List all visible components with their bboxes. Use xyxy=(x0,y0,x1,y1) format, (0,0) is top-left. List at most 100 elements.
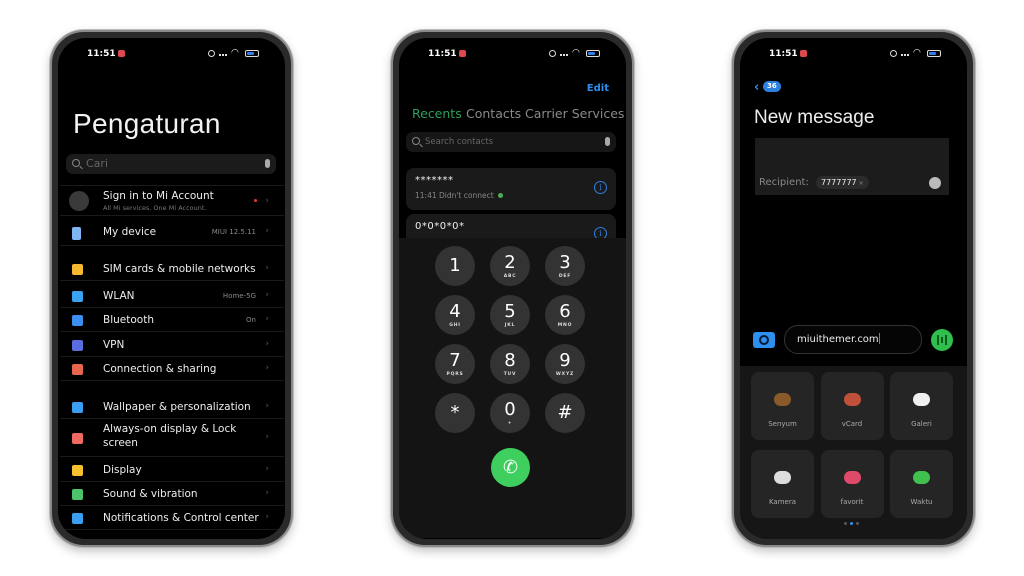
key-letters: + xyxy=(507,421,513,426)
item-label: Wallpaper & personalization xyxy=(103,401,251,413)
phone-icon: ✆ xyxy=(502,457,519,478)
page-dot xyxy=(856,522,859,525)
page-dot xyxy=(844,522,847,525)
settings-item-sim-cards-mobile-networks[interactable]: SIM cards & mobile networks › xyxy=(60,257,284,281)
text-cursor xyxy=(878,333,880,344)
key-7[interactable]: 7 PQRS xyxy=(435,344,475,384)
recent-call-item[interactable]: ******* 11:41 Didn't connect i xyxy=(406,168,616,210)
chevron-right-icon: › xyxy=(265,464,269,474)
key-digit: 7 xyxy=(449,350,461,371)
key-8[interactable]: 8 TUV xyxy=(490,344,530,384)
settings-item-wallpaper-personalization[interactable]: Wallpaper & personalization › xyxy=(60,395,284,419)
item-label: My device xyxy=(103,226,157,238)
key-3[interactable]: 3 DEF xyxy=(545,246,585,286)
item-label: SIM cards & mobile networks xyxy=(103,263,256,275)
key-2[interactable]: 2 ABC xyxy=(490,246,530,286)
camera-icon[interactable] xyxy=(753,332,775,348)
search-placeholder: Search contacts xyxy=(425,137,494,147)
key-star[interactable]: * xyxy=(435,393,475,433)
search-input[interactable]: Cari xyxy=(66,154,276,174)
mic-icon[interactable] xyxy=(605,137,610,146)
message-input[interactable]: miuithemer.com xyxy=(784,325,922,354)
settings-item-vpn[interactable]: VPN › xyxy=(60,333,284,357)
tab-recents[interactable]: Recents xyxy=(412,106,462,121)
key-digit: 5 xyxy=(504,301,516,322)
contact-picker-icon[interactable] xyxy=(929,177,941,189)
sign-in-row[interactable]: Sign in to Mi Account All Mi services. O… xyxy=(60,186,284,216)
key-hash[interactable]: # xyxy=(545,393,585,433)
key-letters: GHI xyxy=(449,323,461,328)
search-contacts-input[interactable]: Search contacts xyxy=(406,132,616,152)
dialpad: ✆ 1 2 ABC 3 DEF 4 GHI 5 JKL 6 MNO 7 PQRS 8 TUV 9 WXYZ * 0 +… xyxy=(399,238,626,538)
sync-icon xyxy=(549,49,556,57)
attachment-label: Senyum xyxy=(768,420,797,428)
key-0[interactable]: 0 + xyxy=(490,393,530,433)
signal-icon xyxy=(219,50,227,56)
sign-in-label: Sign in to Mi Account xyxy=(103,190,214,202)
attachment-galeri[interactable]: Galeri xyxy=(890,372,953,440)
signal-icon xyxy=(901,50,909,56)
voice-message-icon[interactable] xyxy=(931,329,953,351)
key-9[interactable]: 9 WXYZ xyxy=(545,344,585,384)
recipient-chip[interactable]: 7777777 × xyxy=(816,176,869,189)
settings-item-display[interactable]: Display › xyxy=(60,458,284,482)
attachment-vcard[interactable]: vCard xyxy=(820,372,884,440)
key-digit: 1 xyxy=(449,255,461,276)
settings-item-always-on-display-lock-screen[interactable]: Always-on display & Lock screen › xyxy=(60,419,284,457)
tab-contacts[interactable]: Contacts xyxy=(466,106,521,121)
key-4[interactable]: 4 GHI xyxy=(435,295,475,335)
key-digit: # xyxy=(557,402,573,423)
mic-icon[interactable] xyxy=(265,159,270,168)
key-letters: JKL xyxy=(504,323,516,328)
sync-icon xyxy=(208,49,215,57)
sun-icon xyxy=(72,464,83,476)
attachment-label: Kamera xyxy=(768,498,797,506)
key-letters: MNO xyxy=(557,323,573,328)
attachment-senyum[interactable]: Senyum xyxy=(751,372,814,440)
attachment-favorit[interactable]: favorit xyxy=(820,450,884,518)
key-digit: 3 xyxy=(559,252,571,273)
item-value: On xyxy=(246,315,256,324)
call-button[interactable]: ✆ xyxy=(491,448,530,487)
attachment-label: Waktu xyxy=(910,498,933,506)
settings-item-connection-sharing[interactable]: Connection & sharing › xyxy=(60,357,284,381)
item-label: Notifications & Control center xyxy=(103,512,259,524)
info-icon[interactable]: i xyxy=(594,181,607,194)
key-digit: 2 xyxy=(504,252,516,273)
key-letters: WXYZ xyxy=(555,372,575,377)
phone-dialer: 11:51 ◠ Edit Recents Contacts Carrier Se… xyxy=(391,30,634,547)
key-5[interactable]: 5 JKL xyxy=(490,295,530,335)
attachment-kamera[interactable]: Kamera xyxy=(751,450,814,518)
key-digit: 9 xyxy=(559,350,571,371)
settings-item-notifications-control-center[interactable]: Notifications & Control center › xyxy=(60,506,284,530)
settings-item-bluetooth[interactable]: Bluetooth On › xyxy=(60,308,284,332)
key-6[interactable]: 6 MNO xyxy=(545,295,585,335)
settings-item-my-device[interactable]: My device MIUI 12.5.11 › xyxy=(60,218,284,246)
attachment-waktu[interactable]: Waktu xyxy=(890,450,953,518)
notification-dot xyxy=(254,199,257,202)
chevron-right-icon: › xyxy=(265,314,269,324)
recipient-field[interactable]: Recipient: 7777777 × xyxy=(755,138,949,195)
connection-icon xyxy=(72,363,83,375)
tab-carrier-services[interactable]: Carrier Services xyxy=(525,106,624,121)
edit-button[interactable]: Edit xyxy=(587,83,609,94)
vpn-icon xyxy=(72,339,83,351)
item-label: Connection & sharing xyxy=(103,363,217,375)
attachment-drawer: Senyum vCard Galeri Kamera favorit Waktu xyxy=(740,366,967,539)
chevron-right-icon: › xyxy=(265,290,269,300)
item-label: VPN xyxy=(103,339,125,351)
chevron-right-icon: › xyxy=(265,401,269,411)
wifi-icon: ◠ xyxy=(231,48,239,58)
item-label: Display xyxy=(103,464,142,476)
sign-in-subtitle: All Mi services. One Mi Account. xyxy=(103,204,207,212)
key-1[interactable]: 1 xyxy=(435,246,475,286)
remove-icon[interactable]: × xyxy=(859,180,864,187)
senyum-icon xyxy=(774,393,791,406)
settings-item-sound-vibration[interactable]: Sound & vibration › xyxy=(60,482,284,506)
unread-badge[interactable]: 36 xyxy=(763,81,781,92)
wallpaper-icon xyxy=(72,401,83,413)
back-chevron-icon[interactable]: ‹ xyxy=(754,80,759,95)
settings-item-wlan[interactable]: WLAN Home-5G › xyxy=(60,284,284,308)
message-input-text: miuithemer.com xyxy=(797,334,879,345)
battery-icon xyxy=(245,49,259,57)
